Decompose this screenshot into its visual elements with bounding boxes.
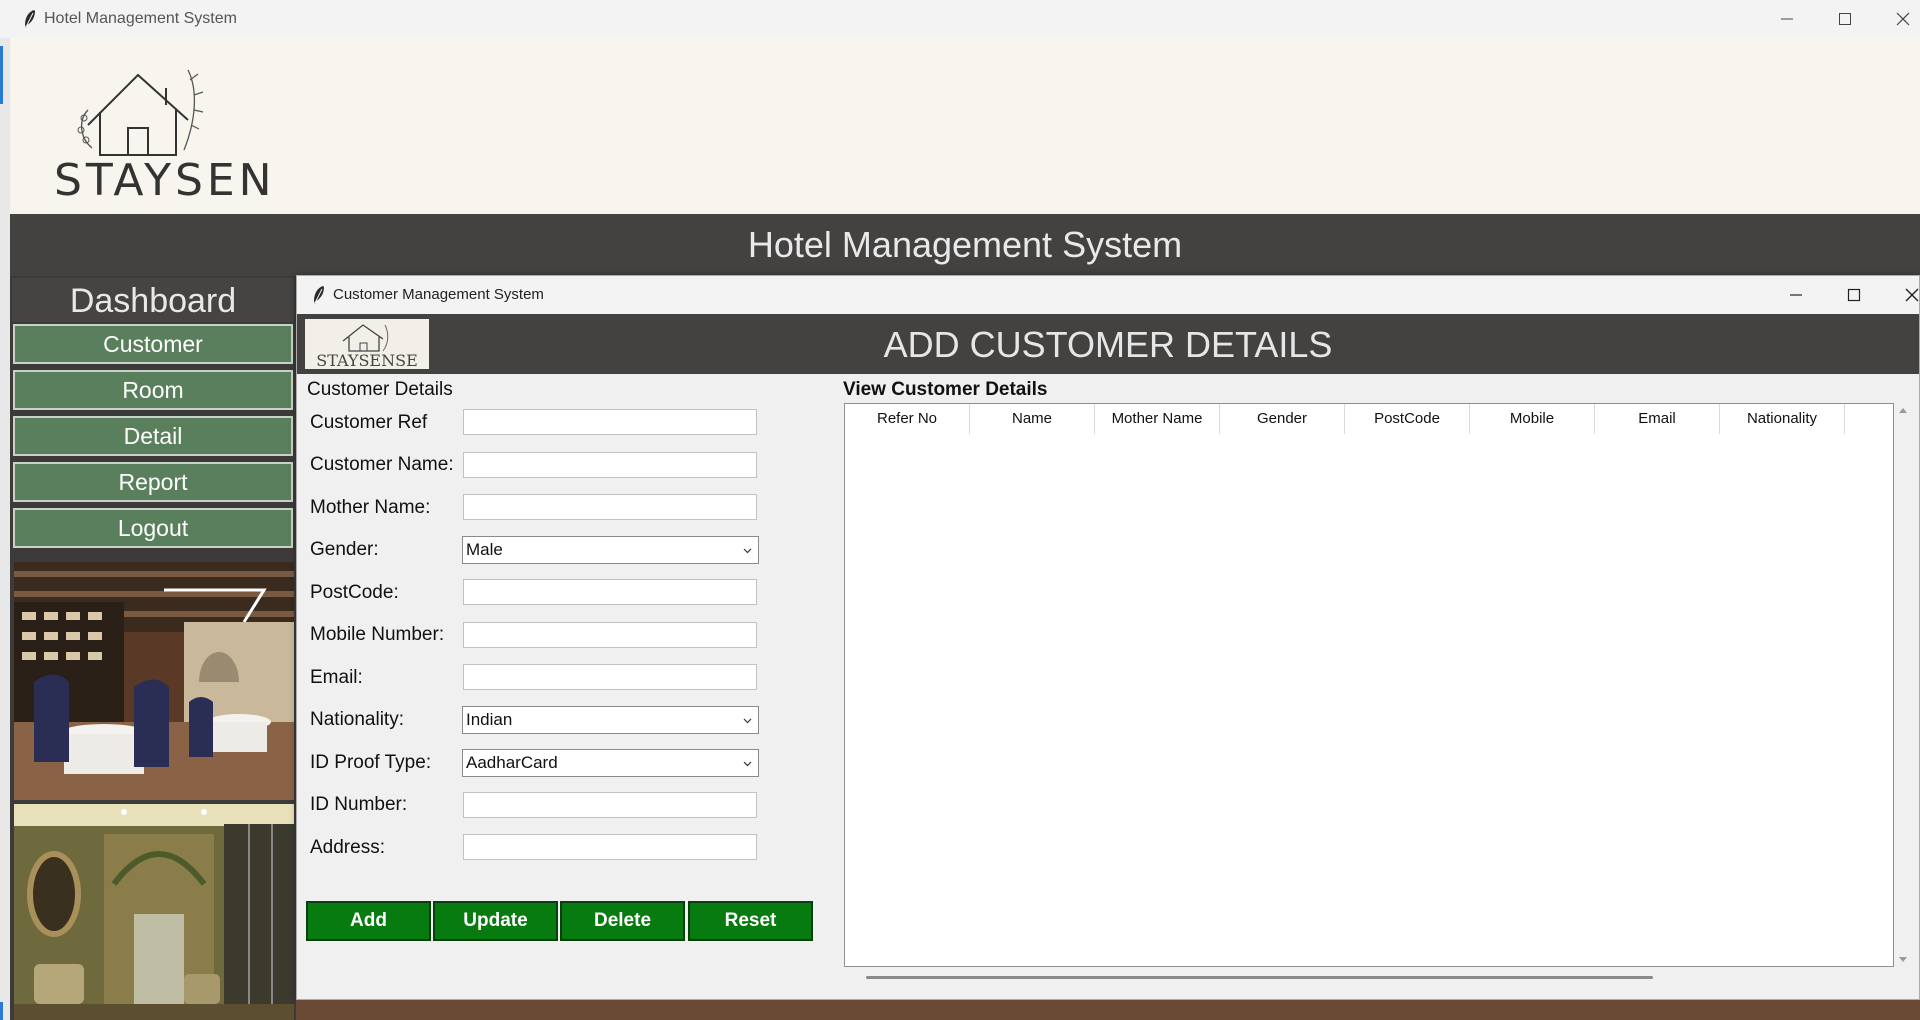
column-header[interactable]: Name [970, 404, 1095, 434]
gender-select[interactable]: Male [462, 536, 759, 564]
id-proof-type-select[interactable]: AadharCard [462, 749, 759, 777]
dashboard-title: Dashboard [12, 278, 294, 322]
id-proof-type-value: AadharCard [466, 753, 558, 772]
id-number-input[interactable] [463, 792, 757, 818]
customer-management-window: Customer Management System ADD CUSTOMER … [296, 275, 1920, 1000]
view-customer-details-label: View Customer Details [843, 379, 1048, 400]
app-feather-icon [314, 286, 324, 304]
mother-name-input[interactable] [463, 494, 757, 520]
postcode-input[interactable] [463, 579, 757, 605]
customer-ref-label: Customer Ref [310, 412, 428, 433]
mother-name-label: Mother Name: [310, 497, 431, 518]
taskbar-indicator [0, 46, 3, 104]
cms-header: ADD CUSTOMER DETAILS STAYSENSE [297, 314, 1919, 374]
add-button[interactable]: Add [306, 901, 431, 941]
column-header[interactable]: Mother Name [1095, 404, 1220, 434]
nationality-label: Nationality: [310, 709, 404, 730]
mobile-number-label: Mobile Number: [310, 624, 445, 645]
sidebar: Dashboard Customer Room Detail Report Lo… [10, 276, 296, 1020]
sidebar-item-logout[interactable]: Logout [13, 508, 293, 548]
id-number-label: ID Number: [310, 794, 408, 815]
sidebar-item-customer[interactable]: Customer [13, 324, 293, 364]
main-titlebar: Hotel Management System [0, 0, 1920, 38]
address-input[interactable] [463, 834, 757, 860]
app-feather-icon [25, 10, 35, 28]
nationality-value: Indian [466, 710, 513, 729]
restaurant-image [14, 562, 294, 800]
reset-button[interactable]: Reset [688, 901, 813, 941]
taskbar-indicator [0, 1002, 3, 1020]
close-icon[interactable] [1874, 0, 1920, 38]
column-header[interactable]: Gender [1220, 404, 1345, 434]
minimize-icon[interactable] [1767, 276, 1825, 314]
hallway-image [14, 804, 294, 1020]
nationality-select[interactable]: Indian [462, 706, 759, 734]
customer-ref-input[interactable] [463, 409, 757, 435]
vertical-scrollbar[interactable] [1895, 403, 1911, 967]
customer-name-label: Customer Name: [310, 454, 454, 475]
email-input[interactable] [463, 664, 757, 690]
cms-logo-text: STAYSENSE [316, 351, 418, 369]
customer-name-input[interactable] [463, 452, 757, 478]
chevron-down-icon [743, 548, 752, 554]
mobile-number-input[interactable] [463, 622, 757, 648]
cms-window-title: Customer Management System [333, 286, 544, 303]
chevron-down-icon [743, 761, 752, 767]
delete-button[interactable]: Delete [560, 901, 685, 941]
desktop-edge [0, 38, 10, 1020]
sidebar-item-room[interactable]: Room [13, 370, 293, 410]
column-header[interactable]: Email [1595, 404, 1720, 434]
minimize-icon[interactable] [1758, 0, 1816, 38]
update-button[interactable]: Update [433, 901, 558, 941]
customer-table[interactable]: Refer No Name Mother Name Gender PostCod… [844, 403, 1894, 967]
logo-text: STAYSENSE [54, 155, 278, 200]
column-header[interactable]: ID [1845, 404, 1893, 434]
email-label: Email: [310, 667, 363, 688]
sidebar-item-detail[interactable]: Detail [13, 416, 293, 456]
sidebar-item-report[interactable]: Report [13, 462, 293, 502]
cms-titlebar: Customer Management System [297, 276, 1919, 314]
close-icon[interactable] [1883, 276, 1920, 314]
customer-details-label: Customer Details [307, 379, 453, 400]
address-label: Address: [310, 837, 385, 858]
banner-title: Hotel Management System [747, 224, 1183, 265]
cms-logo: STAYSENSE [305, 319, 429, 370]
column-header[interactable]: PostCode [1345, 404, 1470, 434]
column-header[interactable]: Nationality [1720, 404, 1845, 434]
main-window-title: Hotel Management System [44, 10, 237, 27]
column-header[interactable]: Mobile [1470, 404, 1595, 434]
id-proof-type-label: ID Proof Type: [310, 752, 432, 773]
maximize-icon[interactable] [1825, 276, 1883, 314]
logo-area: STAYSENSE [10, 38, 1920, 214]
gender-value: Male [466, 540, 503, 559]
column-header[interactable]: Refer No [845, 404, 970, 434]
chevron-down-icon [743, 718, 752, 724]
app-banner: Hotel Management System [10, 214, 1920, 276]
page-title: ADD CUSTOMER DETAILS [883, 324, 1333, 365]
staysense-logo: STAYSENSE [54, 69, 278, 200]
maximize-icon[interactable] [1816, 0, 1874, 38]
background-strip [296, 1000, 1920, 1020]
horizontal-scrollbar[interactable] [866, 976, 1653, 979]
gender-label: Gender: [310, 539, 379, 560]
postcode-label: PostCode: [310, 582, 399, 603]
